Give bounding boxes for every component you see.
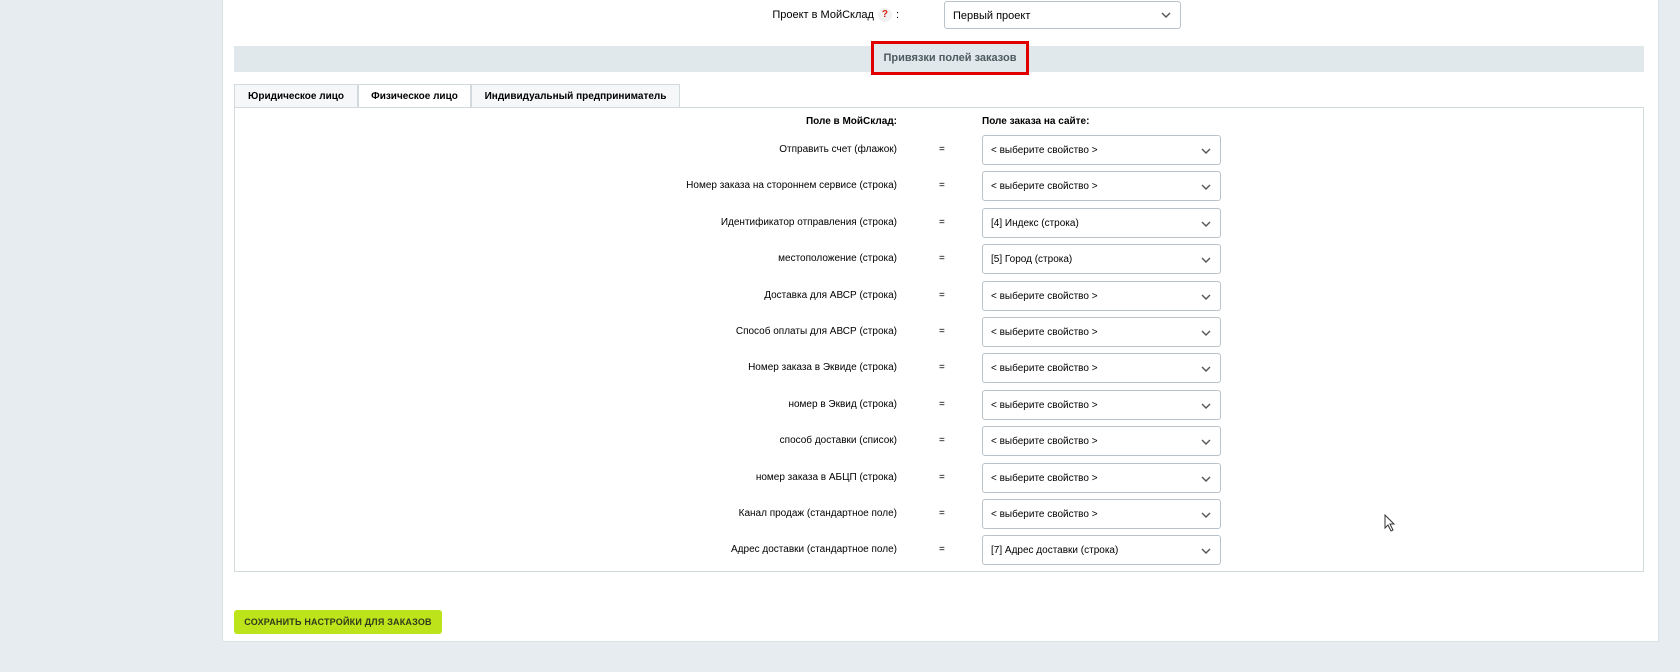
field-label: Отправить счет (флажок): [779, 144, 897, 155]
property-select[interactable]: < выберите свойство >: [982, 499, 1221, 529]
property-select-value: < выберите свойство >: [991, 290, 1098, 302]
mapping-row: номер заказа в АБЦП (строка) = < выберите …: [235, 462, 1643, 493]
chevron-down-icon: [1201, 548, 1211, 555]
property-select-value: < выберите свойство >: [991, 145, 1098, 156]
mapping-row: Доставка для АВСР (строка) = < выберите св…: [235, 280, 1643, 311]
chevron-down-icon: [1201, 257, 1211, 264]
chevron-down-icon: [1201, 476, 1211, 482]
property-select-value: < выберите свойство >: [991, 436, 1098, 448]
mapping-row: способ доставки (список) = < выберите свой…: [235, 426, 1643, 457]
chevron-down-icon: [1201, 366, 1211, 373]
equals-sign: =: [939, 216, 945, 228]
property-select[interactable]: < выберите свойство >: [982, 135, 1221, 165]
column-header-site: Поле заказа на сайте:: [982, 116, 1090, 127]
property-select-value: < выберите свойство >: [991, 399, 1098, 411]
mapping-row: местоположение (строка) = [5] Город (строк…: [235, 244, 1643, 275]
field-label: Способ оплаты для АВСР (строка): [735, 326, 897, 337]
property-select-value: [5] Город (строка): [991, 254, 1073, 266]
mapping-row: Номер заказа на стороннем сервисе (строк…: [235, 171, 1643, 202]
tab-entrepreneur[interactable]: Индивидуальный предприниматель: [471, 84, 680, 108]
property-select[interactable]: [4] Индекс (строка): [982, 207, 1221, 238]
field-label: местоположение (строка): [778, 253, 897, 265]
field-label: Номер заказа на стороннем сервисе (строк…: [686, 180, 897, 192]
mouse-cursor-icon: [1384, 514, 1396, 532]
tab-content: Поле в МойСклад: Поле заказа на сайте: О…: [234, 107, 1644, 572]
property-select[interactable]: [7] Адрес доставки (строка): [982, 535, 1221, 566]
project-colon: :: [895, 8, 899, 21]
mapping-row: Канал продаж (стандартное поле) = < выбери…: [235, 499, 1643, 529]
section-header: Привязки полей заказов: [234, 41, 1644, 75]
chevron-down-icon: [1201, 294, 1211, 300]
settings-panel: Проект в МойСклад?: Первый проект Привяз…: [222, 0, 1659, 642]
property-select[interactable]: < выберите свойство >: [982, 171, 1221, 202]
equals-sign: =: [939, 471, 945, 483]
field-label: номер заказа в АБЦП (строка): [755, 471, 897, 483]
project-select[interactable]: Первый проект: [944, 1, 1181, 29]
property-select[interactable]: < выберите свойство >: [982, 280, 1221, 311]
chevron-down-icon: [1201, 439, 1211, 446]
property-select[interactable]: < выберите свойство >: [982, 317, 1221, 347]
chevron-down-icon: [1201, 512, 1211, 518]
property-select-value: < выберите свойство >: [991, 472, 1098, 484]
property-select-value: < выберите свойство >: [991, 363, 1098, 375]
property-select[interactable]: < выберите свойство >: [982, 462, 1221, 493]
equals-sign: =: [939, 362, 945, 374]
project-select-value: Первый проект: [953, 10, 1031, 22]
column-header-moysklad: Поле в МойСклад:: [805, 116, 897, 127]
chevron-down-icon: [1201, 330, 1211, 336]
property-select[interactable]: < выберите свойство >: [982, 389, 1221, 420]
property-select[interactable]: < выберите свойство >: [982, 426, 1221, 457]
equals-sign: =: [939, 435, 945, 447]
property-select-value: < выберите свойство >: [991, 509, 1098, 520]
project-label-text: Проект в МойСклад: [772, 8, 874, 21]
chevron-down-icon: [1201, 184, 1211, 191]
equals-sign: =: [939, 289, 945, 301]
chevron-down-icon: [1201, 221, 1211, 227]
mapping-row: Идентификатор отправления (строка) = [4] И…: [235, 207, 1643, 238]
equals-sign: =: [939, 326, 945, 337]
mapping-row: Номер заказа в Эквиде (строка) = < выберит…: [235, 353, 1643, 384]
property-select[interactable]: [5] Город (строка): [982, 244, 1221, 275]
project-label: Проект в МойСклад?:: [772, 8, 899, 22]
property-select[interactable]: < выберите свойство >: [982, 353, 1221, 384]
equals-sign: =: [939, 398, 945, 410]
mapping-row: Отправить счет (флажок) = < выберите свойс…: [235, 135, 1643, 165]
property-select-value: < выберите свойство >: [991, 327, 1098, 338]
field-label: Адрес доставки (стандартное поле): [731, 544, 897, 556]
tab-legal-entity[interactable]: Юридическое лицо: [234, 84, 358, 108]
chevron-down-icon: [1201, 148, 1211, 154]
help-icon[interactable]: ?: [877, 8, 892, 22]
equals-sign: =: [939, 544, 945, 556]
equals-sign: =: [939, 508, 945, 519]
section-title: Привязки полей заказов: [871, 41, 1029, 75]
project-row: Проект в МойСклад?: Первый проект: [223, 0, 1658, 30]
field-label: Номер заказа в Эквиде (строка): [748, 362, 897, 374]
property-select-value: < выберите свойство >: [991, 181, 1098, 193]
chevron-down-icon: [1201, 403, 1211, 409]
field-label: Доставка для АВСР (строка): [764, 289, 897, 301]
equals-sign: =: [939, 180, 945, 192]
chevron-down-icon: [1161, 12, 1171, 18]
equals-sign: =: [939, 144, 945, 155]
field-label: Идентификатор отправления (строка): [720, 216, 897, 228]
mapping-row: Способ оплаты для АВСР (строка) = < выбери…: [235, 317, 1643, 347]
field-label: способ доставки (список): [779, 435, 897, 447]
save-button[interactable]: СОХРАНИТЬ НАСТРОЙКИ ДЛЯ ЗАКАЗОВ: [234, 610, 442, 634]
property-select-value: [4] Индекс (строка): [991, 217, 1079, 229]
property-select-value: [7] Адрес доставки (строка): [991, 545, 1119, 557]
tab-individual[interactable]: Физическое лицо: [358, 84, 471, 109]
mapping-row: номер в Эквид (строка) = < выберите свойст…: [235, 389, 1643, 420]
mapping-row: Адрес доставки (стандартное поле) = [7] Ад…: [235, 535, 1643, 566]
field-label: Канал продаж (стандартное поле): [738, 508, 897, 519]
field-label: номер в Эквид (строка): [788, 398, 897, 410]
equals-sign: =: [939, 253, 945, 265]
